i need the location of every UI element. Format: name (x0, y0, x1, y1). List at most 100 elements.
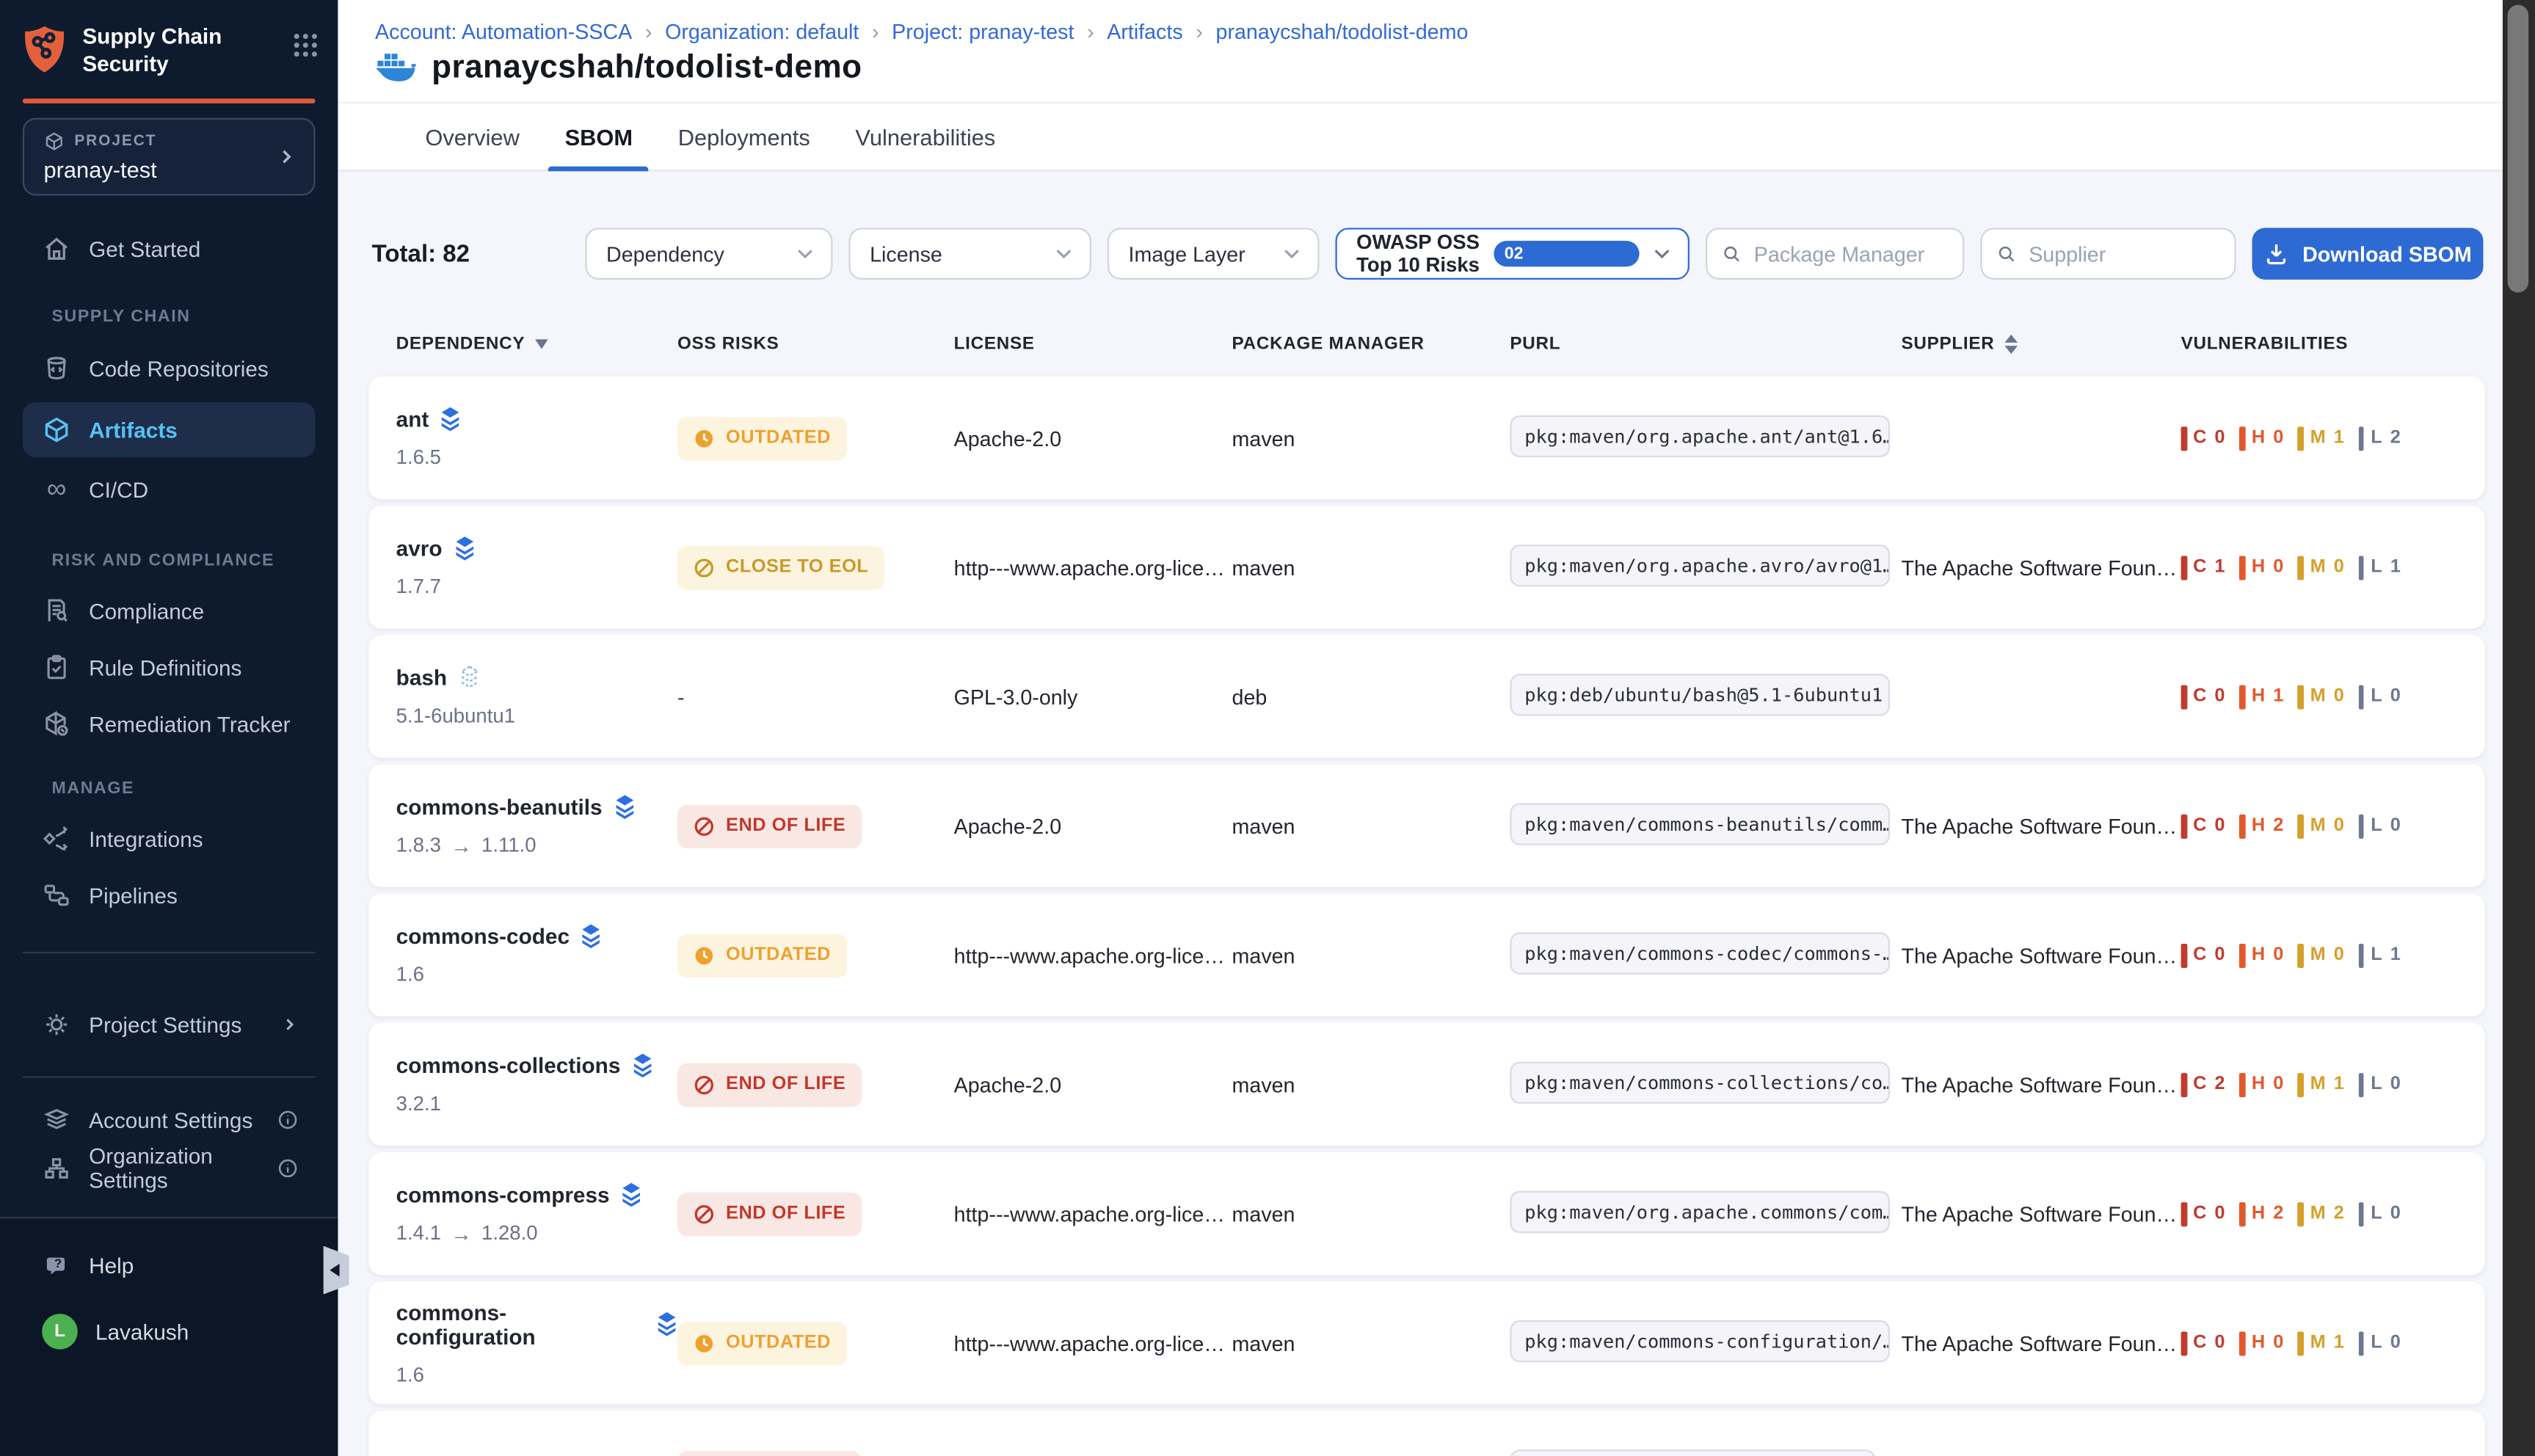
owasp-risks-filter-dropdown[interactable]: OWASP OSS Top 10 Risks 02 (1336, 228, 1690, 279)
dependency-name: avro (396, 536, 443, 561)
pipeline-icon (42, 881, 71, 910)
table-row[interactable]: commons-collections 3.2.1 END OF LIFE Ap… (368, 1023, 2484, 1146)
table-row[interactable]: commons-fileupload END OF LIFE Apache-2.… (368, 1410, 2484, 1456)
tab-overview[interactable]: Overview (402, 103, 542, 171)
table-row[interactable]: avro 1.7.7 CLOSE TO EOL http---www.apach… (368, 506, 2484, 628)
purl-value[interactable]: pkg:maven/org.apache.avro/avro@1… (1510, 544, 1890, 586)
collapse-arrow-icon (329, 1264, 338, 1277)
download-sbom-button[interactable]: Download SBOM (2252, 228, 2484, 279)
user-avatar: L (42, 1314, 77, 1349)
sidebar-item-compliance[interactable]: Compliance (23, 583, 316, 638)
column-header-package-manager: PACKAGE MANAGER (1232, 335, 1510, 354)
table-row[interactable]: ant 1.6.5 OUTDATED Apache-2.0 maven pkg:… (368, 376, 2484, 499)
sidebar-item-code-repositories[interactable]: Code Repositories (23, 341, 316, 396)
title-row: pranaycshah/todolist-demo (375, 50, 862, 87)
page-header: Account: Automation-SSCA › Organization:… (338, 0, 2535, 171)
help-button[interactable]: ? Help (23, 1241, 316, 1289)
sidebar-item-project-settings[interactable]: Project Settings (23, 997, 316, 1052)
sidebar-item-rule-definitions[interactable]: Rule Definitions (23, 640, 316, 695)
sort-icon (2004, 335, 2018, 354)
purl-value[interactable]: pkg:maven/org.apache.ant/ant@1.6… (1510, 415, 1890, 456)
help-label: Help (89, 1253, 134, 1278)
info-icon (277, 1109, 299, 1132)
project-name: pranay-test (43, 157, 297, 183)
breadcrumb-project[interactable]: Project: pranay-test (892, 19, 1074, 43)
chevron-down-icon (1051, 241, 1077, 266)
license-cell: http---www.apache.org-lice… (954, 943, 1232, 967)
breadcrumb-separator: › (645, 19, 652, 43)
project-selector[interactable]: PROJECT pranay-test (23, 118, 316, 196)
infinity-icon: ∞ (42, 475, 71, 504)
column-header-dependency[interactable]: DEPENDENCY (396, 335, 677, 354)
dependency-name: commons-codec (396, 925, 570, 949)
accent-divider (23, 98, 316, 103)
supplier-cell: The Apache Software Foun… (1901, 943, 2181, 967)
clock-icon (694, 427, 715, 448)
box-wrench-icon (42, 710, 71, 739)
vulnerability-counts: C0 H2 M0 L0 (2181, 814, 2485, 838)
image-layer-filter-dropdown[interactable]: Image Layer (1108, 228, 1320, 279)
tab-bar: Overview SBOM Deployments Vulnerabilitie… (338, 102, 2535, 172)
tab-vulnerabilities[interactable]: Vulnerabilities (833, 103, 1019, 171)
package-manager-cell: maven (1232, 943, 1510, 967)
sidebar-item-pipelines[interactable]: Pipelines (23, 867, 316, 922)
dependency-version: 1.7.7 (396, 575, 677, 598)
integrations-icon (42, 824, 71, 853)
repository-icon (42, 354, 71, 383)
package-manager-search-input[interactable] (1754, 241, 1950, 266)
purl-value[interactable]: pkg:deb/ubuntu/bash@5.1-6ubuntu1 (1510, 673, 1890, 715)
sidebar-item-cicd[interactable]: ∞ CI/CD (23, 462, 316, 517)
breadcrumb-organization[interactable]: Organization: default (665, 19, 859, 43)
sidebar-divider (23, 1077, 316, 1078)
tab-deployments[interactable]: Deployments (655, 103, 833, 171)
table-row[interactable]: commons-configuration 1.6 OUTDATED http-… (368, 1281, 2484, 1404)
purl-value[interactable]: pkg:maven/commons-collections/co… (1510, 1061, 1890, 1103)
vulnerability-counts: C0 H2 M2 L0 (2181, 1201, 2485, 1226)
license-filter-dropdown[interactable]: License (848, 228, 1091, 279)
column-header-oss-risks: OSS RISKS (677, 335, 954, 354)
table-row[interactable]: commons-codec 1.6 OUTDATED http---www.ap… (368, 894, 2484, 1016)
total-count: Total: 82 (372, 240, 570, 267)
tab-sbom[interactable]: SBOM (542, 103, 655, 171)
supplier-cell: The Apache Software Foun… (1901, 1072, 2181, 1096)
breadcrumb-account[interactable]: Account: Automation-SSCA (375, 19, 632, 43)
dependency-table: ant 1.6.5 OUTDATED Apache-2.0 maven pkg:… (368, 376, 2504, 1456)
purl-value[interactable]: pkg:maven/commons-codec/commons-… (1510, 931, 1890, 973)
layers-icon (454, 536, 475, 561)
column-header-supplier[interactable]: SUPPLIER (1901, 335, 2181, 354)
vertical-scrollbar[interactable] (2503, 0, 2535, 1456)
app-switcher-icon[interactable] (293, 32, 319, 58)
purl-value[interactable]: pkg:maven/org.apache.commons/com… (1510, 1190, 1890, 1232)
license-cell: http---www.apache.org-lice… (954, 1331, 1232, 1355)
vulnerability-counts: C1 H0 M0 L1 (2181, 555, 2485, 579)
purl-value[interactable]: pkg:maven/commons-fileupload/… (1510, 1449, 1874, 1456)
dependency-filter-dropdown[interactable]: Dependency (585, 228, 832, 279)
sidebar-item-get-started[interactable]: Get Started (23, 222, 316, 277)
breadcrumb-current[interactable]: pranaycshah/todolist-demo (1216, 19, 1469, 43)
table-row[interactable]: commons-compress 1.4.1→1.28.0 END OF LIF… (368, 1152, 2484, 1275)
section-label-manage: MANAGE (51, 779, 134, 798)
breadcrumb-artifacts[interactable]: Artifacts (1107, 19, 1182, 43)
sidebar-item-remediation-tracker[interactable]: Remediation Tracker (23, 696, 316, 751)
oss-risk-cell: CLOSE TO EOL (677, 545, 954, 589)
sidebar-item-artifacts[interactable]: Artifacts (23, 402, 316, 457)
clock-icon (694, 1333, 715, 1354)
sidebar-item-label: Account Settings (89, 1107, 252, 1132)
sidebar-item-integrations[interactable]: Integrations (23, 811, 316, 866)
user-menu[interactable]: L Lavakush (23, 1307, 316, 1355)
purl-value[interactable]: pkg:maven/commons-configuration/… (1510, 1320, 1890, 1361)
search-icon (1996, 241, 2017, 266)
scrollbar-thumb[interactable] (2508, 5, 2529, 293)
purl-value[interactable]: pkg:maven/commons-beanutils/comm… (1510, 802, 1890, 844)
sidebar-item-account-settings[interactable]: Account Settings (23, 1093, 316, 1148)
info-icon (277, 1157, 299, 1180)
breadcrumb: Account: Automation-SSCA › Organization:… (375, 19, 1468, 43)
supplier-search-input[interactable] (2029, 241, 2221, 266)
sidebar-item-organization-settings[interactable]: Organization Settings (23, 1141, 316, 1196)
table-row[interactable]: bash 5.1-6ubuntu1 - GPL-3.0-only deb pkg… (368, 635, 2484, 757)
table-row[interactable]: commons-beanutils 1.8.3→1.11.0 END OF LI… (368, 765, 2484, 887)
upgrade-arrow-icon: → (451, 1221, 472, 1245)
page-title: pranaycshah/todolist-demo (432, 50, 862, 87)
app-title: Supply Chain Security (82, 24, 241, 79)
forbidden-icon (694, 557, 715, 578)
